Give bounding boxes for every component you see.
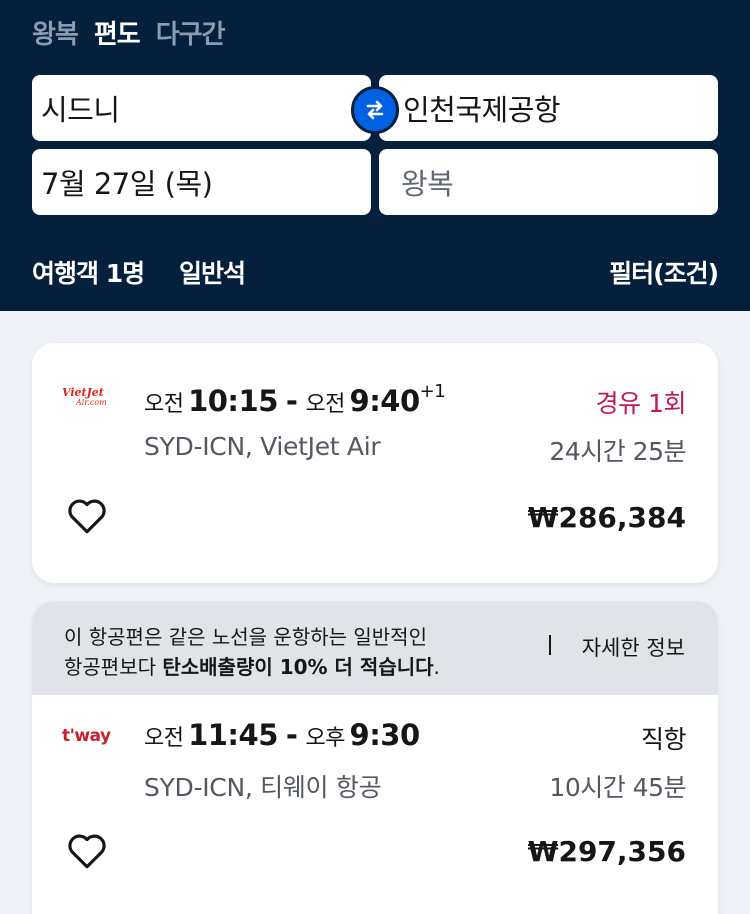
heart-icon[interactable] <box>66 831 108 871</box>
arrive-time: 9:30 <box>349 718 421 752</box>
time-separator: - <box>285 718 298 752</box>
depart-time: 11:45 <box>188 718 278 752</box>
heart-icon[interactable] <box>66 496 108 536</box>
time-separator: - <box>285 384 298 418</box>
search-header: 왕복 편도 다구간 시드니 인천국제공항 7월 27일 (목) 왕복 여행객 1… <box>0 0 750 311</box>
flight-duration: 10시간 45분 <box>549 773 686 802</box>
flight-result-card[interactable]: VietJet Air.com 오전 10:15- 오전 9:40+1 SYD-I… <box>32 343 718 583</box>
depart-ampm: 오전 <box>144 392 184 417</box>
stops-label: 경유 1회 <box>595 389 687 418</box>
depart-ampm: 오전 <box>144 726 184 751</box>
eco-banner: 이 항공편은 같은 노선을 운항하는 일반적인 항공편보다 탄소배출량이 10%… <box>32 601 718 695</box>
eco-line-1: 이 항공편은 같은 노선을 운항하는 일반적인 <box>64 625 427 649</box>
logo-text-sub: Air.com <box>76 398 107 407</box>
return-date-field[interactable]: 왕복 <box>379 149 718 215</box>
eco-line-2-suffix: . <box>433 655 440 679</box>
trip-type-tabs: 왕복 편도 다구간 <box>32 14 226 51</box>
day-offset: +1 <box>419 381 446 402</box>
flight-times: 오전 10:15- 오전 9:40+1 <box>144 381 446 418</box>
cabin-class-selector[interactable]: 일반석 <box>179 254 246 290</box>
arrive-time: 9:40 <box>349 384 421 418</box>
arrive-ampm: 오후 <box>305 726 345 751</box>
eco-message: 이 항공편은 같은 노선을 운항하는 일반적인 항공편보다 탄소배출량이 10%… <box>64 622 504 682</box>
search-options-bar: 여행객 1명 일반석 필터(조건) <box>32 254 719 288</box>
travellers-selector[interactable]: 여행객 1명 <box>32 254 145 290</box>
divider <box>549 635 551 655</box>
swap-arrows-icon <box>366 100 384 120</box>
eco-line-2-bold: 탄소배출량이 10% 더 적습니다 <box>162 655 434 679</box>
tab-multi-city[interactable]: 다구간 <box>156 14 226 51</box>
tab-one-way[interactable]: 편도 <box>94 14 141 51</box>
arrive-ampm: 오전 <box>305 392 345 417</box>
flight-times: 오전 11:45- 오후 9:30 <box>144 718 420 752</box>
origin-field[interactable]: 시드니 <box>32 75 371 141</box>
tab-round-trip[interactable]: 왕복 <box>32 14 79 51</box>
depart-time: 10:15 <box>188 384 278 418</box>
eco-line-2-prefix: 항공편보다 <box>64 655 163 679</box>
depart-date-field[interactable]: 7월 27일 (목) <box>32 149 371 215</box>
stops-label: 직항 <box>640 725 687 754</box>
price-label: ₩297,356 <box>527 835 686 868</box>
airline-logo-vietjet: VietJet Air.com <box>62 387 107 408</box>
swap-button[interactable] <box>351 86 399 134</box>
price-label: ₩286,384 <box>527 501 686 534</box>
flight-result-card[interactable]: 이 항공편은 같은 노선을 운항하는 일반적인 항공편보다 탄소배출량이 10%… <box>32 601 718 914</box>
airline-logo-tway: t'way <box>62 726 111 746</box>
flight-duration: 24시간 25분 <box>549 437 686 466</box>
destination-field[interactable]: 인천국제공항 <box>379 75 718 141</box>
more-info-link[interactable]: 자세한 정보 <box>582 632 685 662</box>
route-airline: SYD-ICN, 티웨이 항공 <box>144 773 382 802</box>
filters-button[interactable]: 필터(조건) <box>609 254 719 290</box>
route-airline: SYD-ICN, VietJet Air <box>144 432 381 461</box>
